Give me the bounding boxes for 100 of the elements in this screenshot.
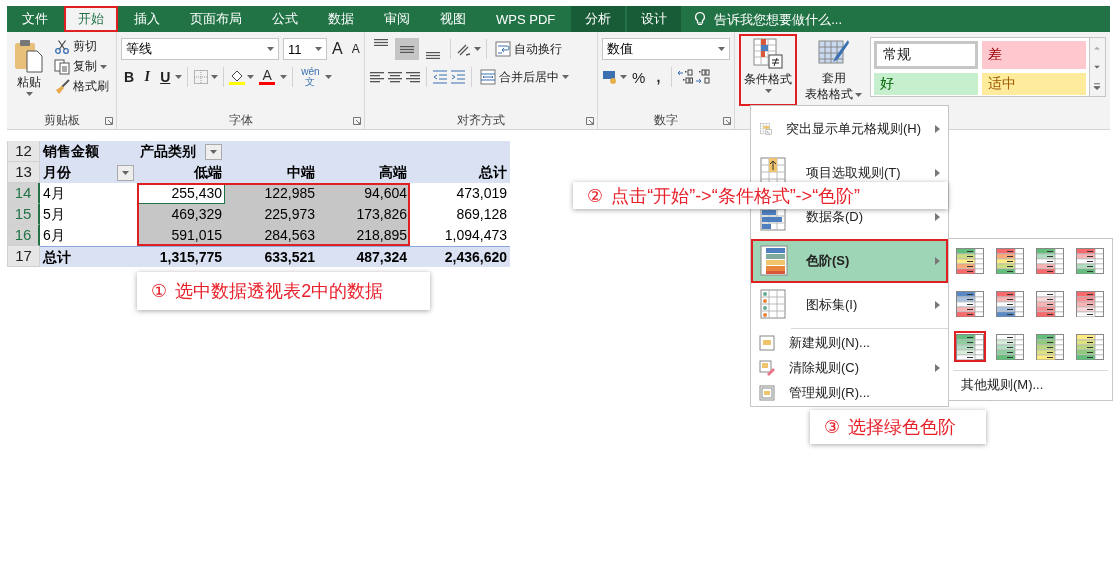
align-center-icon[interactable]	[387, 69, 403, 85]
currency-icon[interactable]	[602, 69, 618, 85]
submenu-arrow-icon	[935, 257, 940, 265]
table-cell-text: 产品类别	[140, 142, 196, 161]
align-left-icon[interactable]	[369, 69, 385, 85]
tell-me-field[interactable]: 告诉我您想要做什么...	[712, 10, 887, 28]
conditional-formatting-button[interactable]: 条件格式	[739, 34, 797, 106]
manage-rules-icon	[759, 384, 775, 401]
underline-button[interactable]: U	[157, 68, 174, 86]
ribbon-tab[interactable]: 视图	[426, 6, 480, 32]
cell-style-option[interactable]: 适中	[982, 73, 1086, 95]
brush-icon	[54, 78, 70, 95]
table-cell-text: 1,094,473	[443, 226, 508, 245]
cut-button[interactable]: 剪切	[51, 37, 112, 56]
group-label: 字体	[227, 112, 254, 129]
cell-style-option[interactable]: 常规	[874, 41, 978, 69]
fill-color-icon[interactable]	[229, 69, 246, 85]
table-cell-text: 473,019	[455, 184, 508, 203]
ribbon-tab[interactable]: 设计	[627, 6, 682, 32]
submenu-arrow-icon	[935, 213, 940, 221]
dialog-launcher-icon[interactable]	[105, 117, 113, 125]
color-scale-option[interactable]	[1074, 288, 1106, 319]
filter-dropdown-button[interactable]	[117, 164, 134, 181]
ribbon-tab[interactable]: 文件	[8, 6, 62, 32]
table-cell: 1,315,775	[137, 246, 225, 267]
cell-style-option[interactable]: 差	[982, 41, 1086, 69]
ribbon-tab[interactable]: 页面布局	[176, 6, 256, 32]
caret-icon	[855, 92, 862, 97]
table-cell: 销售金额	[40, 141, 137, 162]
ribbon-tab[interactable]: 开始	[64, 6, 118, 32]
row-header[interactable]: 17	[7, 246, 40, 267]
ribbon-tab[interactable]: 分析	[571, 6, 626, 32]
vertical-align-button[interactable]	[395, 38, 419, 60]
row-header[interactable]: 15	[7, 204, 40, 225]
caret-icon	[620, 75, 627, 79]
submenu-arrow-icon	[935, 363, 940, 372]
format-painter-button[interactable]: 格式刷	[51, 77, 112, 96]
submenu-arrow-icon	[935, 301, 940, 309]
caret-icon	[562, 75, 569, 79]
color-scale-option[interactable]	[954, 331, 986, 362]
copy-icon	[54, 58, 70, 75]
align-right-icon[interactable]	[405, 69, 421, 85]
cell-style-option[interactable]: 好	[874, 73, 978, 95]
table-cell: 122,985	[225, 183, 318, 204]
color-scale-option[interactable]	[1074, 331, 1106, 362]
caret-icon	[211, 75, 219, 79]
italic-button[interactable]: I	[139, 68, 156, 86]
table-cell: 中端	[225, 162, 318, 183]
submenu-arrow-icon	[935, 125, 940, 133]
ribbon-tab[interactable]: 数据	[314, 6, 368, 32]
dialog-launcher-icon[interactable]	[353, 117, 361, 125]
paste-button[interactable]: 粘贴	[11, 37, 47, 111]
color-scale-option[interactable]	[994, 331, 1026, 362]
ribbon-tab[interactable]: WPS PDF	[482, 6, 570, 32]
font-color-button[interactable]: A	[256, 68, 279, 86]
group-label: 数字	[653, 112, 679, 129]
group-label: 对齐方式	[456, 112, 506, 129]
bold-button[interactable]: B	[121, 68, 138, 86]
row-header[interactable]: 13	[7, 162, 40, 183]
conditional-format-icon	[752, 38, 784, 70]
percent-button[interactable]: %	[629, 67, 649, 87]
ribbon-tab[interactable]: 插入	[120, 6, 174, 32]
ribbon-tab[interactable]: 公式	[258, 6, 312, 32]
filter-dropdown-button[interactable]	[205, 143, 222, 160]
table-cell-text: 4月	[42, 184, 66, 203]
color-scale-option[interactable]	[954, 245, 986, 276]
row-header[interactable]: 16	[7, 225, 40, 246]
dialog-launcher-icon[interactable]	[586, 117, 594, 125]
table-cell: 633,521	[225, 246, 318, 267]
copy-button[interactable]: 复制	[51, 57, 112, 76]
comma-button[interactable]: ,	[650, 68, 667, 86]
clipboard-icon	[14, 39, 44, 73]
menu-item[interactable]: 色阶(S)	[751, 239, 948, 283]
caret-icon	[122, 170, 129, 175]
color-scale-option[interactable]	[1074, 245, 1106, 276]
grow-font-button[interactable]: A	[329, 39, 346, 59]
color-scale-option[interactable]	[1034, 288, 1066, 319]
shrink-font-button[interactable]: A	[347, 41, 364, 57]
color-scale-option[interactable]	[1034, 245, 1066, 276]
caret-icon	[100, 64, 107, 69]
align-bottom-icon	[426, 52, 440, 59]
color-scale-option[interactable]	[994, 288, 1026, 319]
increase-decimal-icon[interactable]	[677, 69, 694, 85]
phonetic-button[interactable]: wén 文	[298, 66, 323, 88]
table-cell: 低端	[137, 162, 225, 183]
row-header[interactable]: 12	[7, 141, 40, 162]
color-scale-option[interactable]	[1034, 331, 1066, 362]
decrease-decimal-icon[interactable]	[695, 69, 712, 85]
table-cell-text: 月份	[43, 163, 71, 182]
ribbon-tab[interactable]: 审阅	[370, 6, 424, 32]
scissors-icon	[55, 39, 69, 54]
dialog-launcher-icon[interactable]	[723, 117, 731, 125]
eraser-icon	[759, 359, 775, 376]
row-header[interactable]: 14	[7, 183, 40, 204]
merge-center-button[interactable]: 合并后居中	[477, 67, 572, 87]
wrap-text-button[interactable]: 自动换行	[492, 39, 565, 59]
format-as-table-button[interactable]: 套用 表格格式	[803, 34, 864, 106]
color-scale-option[interactable]	[954, 288, 986, 319]
annotation-tooltip: ② 点击“开始”->“条件格式”->“色阶”	[573, 182, 948, 209]
color-scale-option[interactable]	[994, 245, 1026, 276]
